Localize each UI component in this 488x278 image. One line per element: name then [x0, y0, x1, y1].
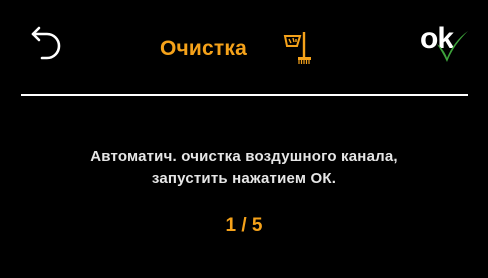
header-divider [21, 94, 468, 96]
ok-button[interactable]: ok [414, 18, 472, 70]
message-line-1: Автоматич. очистка воздушного канала, [90, 148, 398, 165]
instruction-message: Автоматич. очистка воздушного канала, за… [20, 146, 468, 190]
page-indicator: 1 / 5 [225, 215, 263, 236]
back-arrow-icon [31, 26, 61, 60]
checkmark-icon [437, 31, 468, 62]
duct-cleaning-brush-icon [283, 32, 311, 64]
back-button[interactable] [26, 20, 70, 60]
page-title: Очистка [160, 36, 247, 60]
title-group: Очистка [160, 28, 313, 68]
header: Очистка ok [0, 0, 488, 92]
screen: Очистка ok Автоматич. очистка воздушного… [0, 0, 488, 278]
message-line-2: запустить нажатием ОК. [151, 170, 337, 187]
